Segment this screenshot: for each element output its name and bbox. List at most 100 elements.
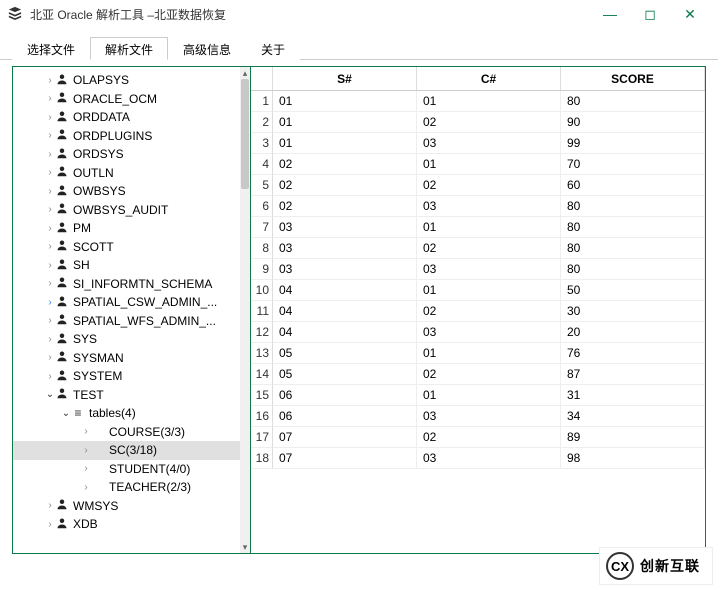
tab-about[interactable]: 关于 (246, 37, 300, 60)
cell-score[interactable]: 31 (561, 385, 705, 406)
cell-c[interactable]: 02 (417, 301, 561, 322)
scroll-thumb[interactable] (241, 79, 249, 189)
cell-c[interactable]: 02 (417, 364, 561, 385)
table-row[interactable]: 11040230 (251, 301, 705, 322)
cell-score[interactable]: 80 (561, 259, 705, 280)
tree-node-oracle-ocm[interactable]: ›ORACLE_OCM (13, 90, 240, 109)
table-row[interactable]: 9030380 (251, 259, 705, 280)
tree-node-teacher[interactable]: ›TEACHER(2/3) (13, 478, 240, 497)
cell-c[interactable]: 01 (417, 217, 561, 238)
cell-s[interactable]: 01 (273, 91, 417, 112)
cell-c[interactable]: 01 (417, 91, 561, 112)
cell-s[interactable]: 03 (273, 217, 417, 238)
tree-node-course[interactable]: ›COURSE(3/3) (13, 423, 240, 442)
tree-node-orddata[interactable]: ›ORDDATA (13, 108, 240, 127)
cell-score[interactable]: 76 (561, 343, 705, 364)
cell-s[interactable]: 02 (273, 175, 417, 196)
tree-node-owbsys-audit[interactable]: ›OWBSYS_AUDIT (13, 201, 240, 220)
table-row[interactable]: 7030180 (251, 217, 705, 238)
scroll-up-icon[interactable]: ▴ (240, 67, 250, 79)
tree-node-student[interactable]: ›STUDENT(4/0) (13, 460, 240, 479)
table-row[interactable]: 5020260 (251, 175, 705, 196)
cell-s[interactable]: 03 (273, 238, 417, 259)
cell-s[interactable]: 02 (273, 196, 417, 217)
cell-c[interactable]: 02 (417, 238, 561, 259)
cell-s[interactable]: 04 (273, 280, 417, 301)
minimize-button[interactable]: — (590, 4, 630, 24)
tree-node-sys[interactable]: ›SYS (13, 330, 240, 349)
close-button[interactable]: ✕ (670, 4, 710, 24)
tree-node-pm[interactable]: ›PM (13, 219, 240, 238)
tree-node-ordsys[interactable]: ›ORDSYS (13, 145, 240, 164)
table-row[interactable]: 12040320 (251, 322, 705, 343)
cell-c[interactable]: 01 (417, 343, 561, 364)
cell-c[interactable]: 01 (417, 154, 561, 175)
cell-c[interactable]: 02 (417, 112, 561, 133)
cell-score[interactable]: 20 (561, 322, 705, 343)
tree-node-tables[interactable]: ⌄≡tables(4) (13, 404, 240, 423)
cell-s[interactable]: 07 (273, 448, 417, 469)
tree-node-scott[interactable]: ›SCOTT (13, 238, 240, 257)
tree-node-xdb[interactable]: ›XDB (13, 515, 240, 534)
tree-node-test[interactable]: ⌄TEST (13, 386, 240, 405)
cell-c[interactable]: 01 (417, 385, 561, 406)
cell-s[interactable]: 02 (273, 154, 417, 175)
table-row[interactable]: 15060131 (251, 385, 705, 406)
cell-score[interactable]: 50 (561, 280, 705, 301)
table-row[interactable]: 6020380 (251, 196, 705, 217)
tree-node-outln[interactable]: ›OUTLN (13, 164, 240, 183)
tree-node-spatial-csw[interactable]: ›SPATIAL_CSW_ADMIN_... (13, 293, 240, 312)
tab-advanced[interactable]: 高级信息 (168, 37, 246, 60)
table-row[interactable]: 3010399 (251, 133, 705, 154)
cell-s[interactable]: 04 (273, 322, 417, 343)
tree-node-owbsys[interactable]: ›OWBSYS (13, 182, 240, 201)
grid-body[interactable]: 1010180201029030103994020170502026060203… (251, 91, 705, 553)
tree-node-system[interactable]: ›SYSTEM (13, 367, 240, 386)
cell-score[interactable]: 80 (561, 217, 705, 238)
tree-node-ordplugins[interactable]: ›ORDPLUGINS (13, 127, 240, 146)
col-header-c[interactable]: C# (417, 67, 561, 90)
cell-c[interactable]: 03 (417, 322, 561, 343)
cell-c[interactable]: 01 (417, 280, 561, 301)
cell-c[interactable]: 03 (417, 196, 561, 217)
table-row[interactable]: 17070289 (251, 427, 705, 448)
col-header-score[interactable]: SCORE (561, 67, 705, 90)
table-row[interactable]: 8030280 (251, 238, 705, 259)
table-row[interactable]: 1010180 (251, 91, 705, 112)
col-header-s[interactable]: S# (273, 67, 417, 90)
table-row[interactable]: 13050176 (251, 343, 705, 364)
table-row[interactable]: 16060334 (251, 406, 705, 427)
tab-parse-file[interactable]: 解析文件 (90, 37, 168, 60)
table-row[interactable]: 4020170 (251, 154, 705, 175)
cell-c[interactable]: 02 (417, 427, 561, 448)
cell-s[interactable]: 05 (273, 343, 417, 364)
cell-s[interactable]: 01 (273, 133, 417, 154)
tree-node-si-informtn[interactable]: ›SI_INFORMTN_SCHEMA (13, 275, 240, 294)
table-row[interactable]: 14050287 (251, 364, 705, 385)
cell-c[interactable]: 03 (417, 133, 561, 154)
tree-node-spatial-wfs[interactable]: ›SPATIAL_WFS_ADMIN_... (13, 312, 240, 331)
tree-node-sc[interactable]: ›SC(3/18) (13, 441, 240, 460)
cell-s[interactable]: 05 (273, 364, 417, 385)
tab-select-file[interactable]: 选择文件 (12, 37, 90, 60)
cell-s[interactable]: 03 (273, 259, 417, 280)
cell-score[interactable]: 80 (561, 238, 705, 259)
maximize-button[interactable]: ◻ (630, 4, 670, 24)
cell-score[interactable]: 30 (561, 301, 705, 322)
schema-tree[interactable]: ›OLAPSYS ›ORACLE_OCM ›ORDDATA ›ORDPLUGIN… (13, 67, 240, 553)
scroll-down-icon[interactable]: ▾ (240, 541, 250, 553)
tree-scrollbar[interactable]: ▴ ▾ (240, 67, 250, 553)
cell-score[interactable]: 60 (561, 175, 705, 196)
cell-score[interactable]: 90 (561, 112, 705, 133)
cell-score[interactable]: 80 (561, 91, 705, 112)
cell-score[interactable]: 98 (561, 448, 705, 469)
tree-node-sysman[interactable]: ›SYSMAN (13, 349, 240, 368)
tree-node-sh[interactable]: ›SH (13, 256, 240, 275)
cell-s[interactable]: 06 (273, 406, 417, 427)
cell-c[interactable]: 02 (417, 175, 561, 196)
cell-s[interactable]: 01 (273, 112, 417, 133)
cell-score[interactable]: 80 (561, 196, 705, 217)
cell-c[interactable]: 03 (417, 448, 561, 469)
cell-c[interactable]: 03 (417, 259, 561, 280)
table-row[interactable]: 18070398 (251, 448, 705, 469)
